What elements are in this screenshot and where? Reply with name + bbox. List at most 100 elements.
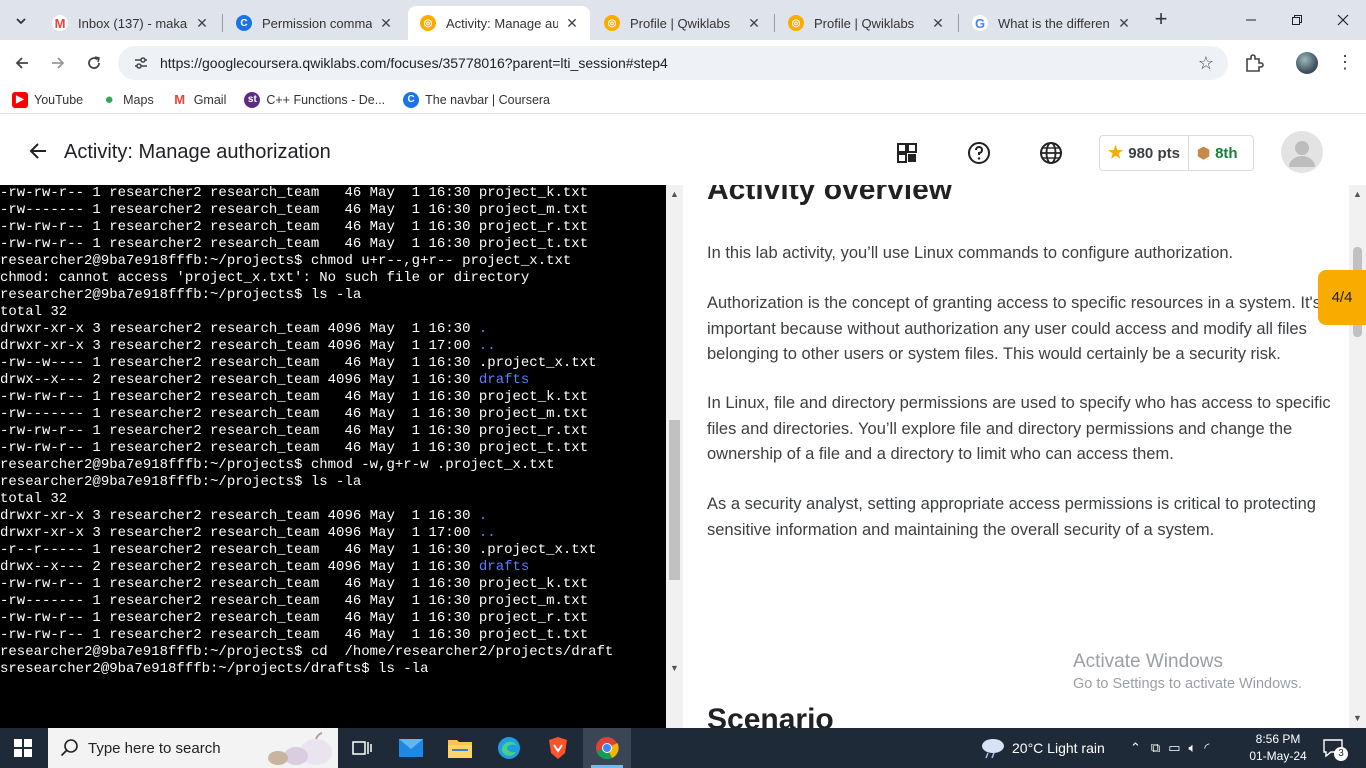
bookmark-gmail[interactable]: M Gmail xyxy=(172,92,226,108)
network-device-icon[interactable]: ⧉ xyxy=(1151,740,1160,756)
ssh-terminal[interactable]: -rw-rw-r-- 1 researcher2 research_team 4… xyxy=(0,185,683,728)
terminal-line: -rw-rw-r-- 1 researcher2 research_team 4… xyxy=(0,576,589,592)
minimize-icon xyxy=(1246,19,1256,21)
notification-count-badge: 3 xyxy=(1334,747,1348,761)
close-icon[interactable]: ✕ xyxy=(1116,15,1132,32)
taskbar-edge[interactable] xyxy=(485,728,533,768)
bookmarks-bar: ▶ YouTube ● Maps M Gmail st C++ Function… xyxy=(0,86,1366,114)
terminal-line: -r--r----- 1 researcher2 research_team 4… xyxy=(0,542,597,558)
windows-logo-icon xyxy=(14,739,32,757)
tab-permission-commands[interactable]: C Permission command ✕ xyxy=(224,6,404,40)
site-info-icon[interactable] xyxy=(126,55,156,71)
reload-icon xyxy=(88,56,100,69)
bookmark-star-icon[interactable]: ☆ xyxy=(1198,53,1214,74)
help-icon[interactable] xyxy=(966,140,992,166)
tab-google-search[interactable]: G What is the differenc ✕ xyxy=(960,6,1142,40)
terminal-line: -rw-rw-r-- 1 researcher2 research_team 4… xyxy=(0,389,589,405)
close-icon[interactable]: ✕ xyxy=(930,15,946,32)
taskbar-search[interactable]: Type here to search xyxy=(48,728,338,768)
task-view-button[interactable] xyxy=(338,728,386,768)
terminal-scrollbar[interactable]: ▲ ▼ xyxy=(666,185,683,728)
close-icon[interactable]: ✕ xyxy=(194,15,210,32)
tab-activity-manage-auth[interactable]: ◎ Activity: Manage auth ✕ xyxy=(408,6,590,40)
user-icon xyxy=(1289,141,1315,167)
reload-button[interactable] xyxy=(80,49,108,77)
close-icon[interactable]: ✕ xyxy=(378,15,394,32)
scroll-down-icon[interactable]: ▼ xyxy=(1353,713,1362,723)
section-heading: Activity overview xyxy=(707,185,953,206)
close-icon[interactable]: ✕ xyxy=(746,15,762,32)
restore-icon xyxy=(1292,15,1302,25)
qwiklabs-icon: ◎ xyxy=(604,15,620,31)
terminal-line: -rw-rw-r-- 1 researcher2 research_team 4… xyxy=(0,185,589,201)
bookmark-maps[interactable]: ● Maps xyxy=(101,91,154,108)
instructions-scrollbar[interactable]: ▲ ▼ xyxy=(1349,185,1366,728)
terminal-line: chmod: cannot access 'project_x.txt': No… xyxy=(0,270,530,286)
rank-display: ⬢ 8th xyxy=(1189,136,1246,170)
terminal-line-text: drwxr-xr-x 3 researcher2 research_team 4… xyxy=(0,321,479,337)
scroll-up-icon[interactable]: ▲ xyxy=(1353,189,1362,199)
profile-avatar[interactable] xyxy=(1296,52,1318,74)
notification-center[interactable]: 3 xyxy=(1322,728,1348,768)
weather-widget[interactable]: 20°C Light rain xyxy=(980,728,1105,768)
tab-gmail[interactable]: M Inbox (137) - makauv ✕ xyxy=(40,6,220,40)
brave-icon xyxy=(549,737,567,759)
youtube-icon: ▶ xyxy=(12,91,28,108)
address-bar[interactable]: https://googlecoursera.qwiklabs.com/focu… xyxy=(118,46,1228,80)
bookmark-youtube[interactable]: ▶ YouTube xyxy=(12,91,84,108)
close-icon[interactable]: ✕ xyxy=(564,15,580,32)
gmail-icon: M xyxy=(52,15,68,31)
bookmark-label: The navbar | Coursera xyxy=(425,92,551,107)
wifi-icon[interactable]: ◜ xyxy=(1204,740,1209,756)
taskbar-brave[interactable] xyxy=(534,728,582,768)
taskbar-clock[interactable]: 8:56 PM 01-May-24 xyxy=(1248,731,1308,765)
close-window-button[interactable] xyxy=(1320,0,1366,40)
user-avatar[interactable] xyxy=(1281,131,1323,173)
volume-icon[interactable]: 🔈︎ xyxy=(1189,740,1197,756)
terminal-line: researcher2@9ba7e918fffb:~/projects$ chm… xyxy=(0,457,555,473)
instruction-paragraph: As a security analyst, setting appropria… xyxy=(707,495,1316,539)
taskbar-file-explorer[interactable] xyxy=(436,728,484,768)
language-globe-icon[interactable] xyxy=(1038,140,1064,166)
terminal-line: researcher2@9ba7e918fffb:~/projects$ ls … xyxy=(0,474,362,490)
terminal-line: -rw-rw-r-- 1 researcher2 research_team 4… xyxy=(0,423,589,439)
bookmark-cpp-functions[interactable]: st C++ Functions - De... xyxy=(244,91,385,108)
chevron-up-icon[interactable]: ⌃ xyxy=(1130,740,1141,756)
restore-button[interactable] xyxy=(1274,0,1320,40)
arrow-left-icon xyxy=(15,57,28,69)
tab-title: Activity: Manage auth xyxy=(446,15,558,31)
scroll-up-icon[interactable]: ▲ xyxy=(670,189,679,199)
terminal-directory-name: . xyxy=(478,321,488,337)
bookmark-label: YouTube xyxy=(34,92,84,107)
taskbar-mail[interactable] xyxy=(387,728,435,768)
taskbar-chrome[interactable] xyxy=(583,728,631,768)
weather-text: 20°C Light rain xyxy=(1012,740,1105,756)
terminal-line: drwx--x--- 2 researcher2 research_team 4… xyxy=(0,372,666,389)
terminal-directory-name: . xyxy=(478,508,488,524)
points-value: 980 pts xyxy=(1128,144,1180,162)
minimize-button[interactable] xyxy=(1228,0,1274,40)
scroll-down-icon[interactable]: ▼ xyxy=(670,663,679,673)
forward-button[interactable] xyxy=(44,49,72,77)
bookmark-coursera-navbar[interactable]: C The navbar | Coursera xyxy=(403,91,551,108)
terminal-line: total 32 xyxy=(0,491,68,507)
terminal-scroll-thumb[interactable] xyxy=(669,420,680,580)
terminal-line: -rw--w---- 1 researcher2 research_team 4… xyxy=(0,355,597,371)
new-tab-button[interactable]: + xyxy=(1150,8,1172,32)
step-progress-badge[interactable]: 4/4 xyxy=(1318,270,1366,325)
windows-start-button[interactable] xyxy=(14,739,32,757)
battery-icon[interactable]: ▭ xyxy=(1168,740,1180,756)
lab-back-button[interactable] xyxy=(28,140,48,168)
extensions-icon[interactable] xyxy=(1243,52,1265,74)
watermark-line-1: Activate Windows xyxy=(1073,651,1223,672)
terminal-line: -rw-rw-r-- 1 researcher2 research_team 4… xyxy=(0,219,589,235)
points-rank-widget[interactable]: ★ 980 pts ⬢ 8th xyxy=(1099,135,1254,171)
browser-menu-icon[interactable]: ⋮ xyxy=(1336,52,1354,72)
dashboard-icon[interactable] xyxy=(894,140,920,166)
tab-profile-qwiklabs[interactable]: ◎ Profile | Qwiklabs ✕ xyxy=(592,6,772,40)
terminal-line: total 32 xyxy=(0,304,68,320)
back-button[interactable] xyxy=(8,49,36,77)
terminal-line: drwxr-xr-x 3 researcher2 research_team 4… xyxy=(0,338,666,355)
tab-search-button[interactable] xyxy=(8,8,34,34)
tab-profile-qwiklabs-2[interactable]: ◎ Profile | Qwiklabs ✕ xyxy=(776,6,956,40)
